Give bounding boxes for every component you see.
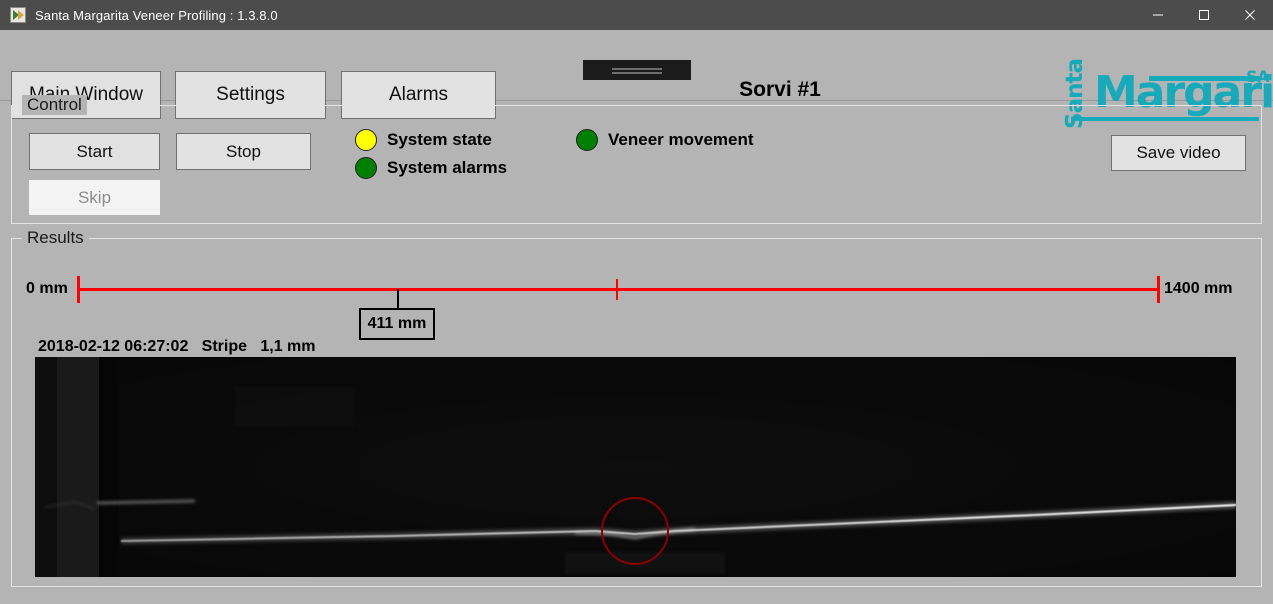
close-icon[interactable] <box>1227 0 1273 30</box>
indicator-system-state: System state <box>355 129 492 151</box>
header-toolbar: Main Window Settings Alarms Sorvi #1 San… <box>0 30 1273 129</box>
scale-start-label: 0 mm <box>26 280 68 297</box>
window-title: Santa Margarita Veneer Profiling : 1.3.8… <box>35 7 278 23</box>
minimize-icon[interactable] <box>1135 0 1181 30</box>
widget-line-bottom <box>612 72 662 74</box>
stop-button[interactable]: Stop <box>176 133 311 170</box>
window-controls <box>1135 0 1273 30</box>
scale-end-tick <box>1157 276 1160 303</box>
defect-marker-label: 411 mm <box>359 308 435 340</box>
scale-end-label: 1400 mm <box>1164 280 1233 297</box>
control-group-title: Control <box>22 95 87 115</box>
led-icon-veneer-movement <box>576 129 598 151</box>
application-window: Santa Margarita Veneer Profiling : 1.3.8… <box>0 0 1273 604</box>
title-bar: Santa Margarita Veneer Profiling : 1.3.8… <box>0 0 1273 30</box>
scale-mid-tick <box>616 279 618 300</box>
indicator-system-alarms: System alarms <box>355 157 507 179</box>
save-video-button[interactable]: Save video <box>1111 135 1246 171</box>
indicator-label-veneer-movement: Veneer movement <box>608 130 754 149</box>
widget-line-top <box>612 68 662 70</box>
led-icon-system-state <box>355 129 377 151</box>
page-title: Sorvi #1 <box>739 78 821 101</box>
skip-button: Skip <box>29 180 160 215</box>
start-button[interactable]: Start <box>29 133 160 170</box>
laser-stripe-video[interactable] <box>35 357 1236 577</box>
scale-line <box>77 288 1160 291</box>
led-icon-system-alarms <box>355 157 377 179</box>
indicator-veneer-movement: Veneer movement <box>576 129 754 151</box>
indicator-label-system-state: System state <box>387 130 492 149</box>
measurement-info-line: 2018-02-12 06:27:02 Stripe 1,1 mm <box>38 338 316 355</box>
results-content: 0 mm 1400 mm 411 mm 2018-02-12 06:27:02 … <box>11 238 1262 587</box>
dark-overlay-widget <box>583 60 691 80</box>
maximize-icon[interactable] <box>1181 0 1227 30</box>
app-icon <box>10 7 26 23</box>
indicator-label-system-alarms: System alarms <box>387 158 508 177</box>
video-frame <box>35 357 1236 577</box>
logo-word-sa: SA <box>1246 67 1269 86</box>
